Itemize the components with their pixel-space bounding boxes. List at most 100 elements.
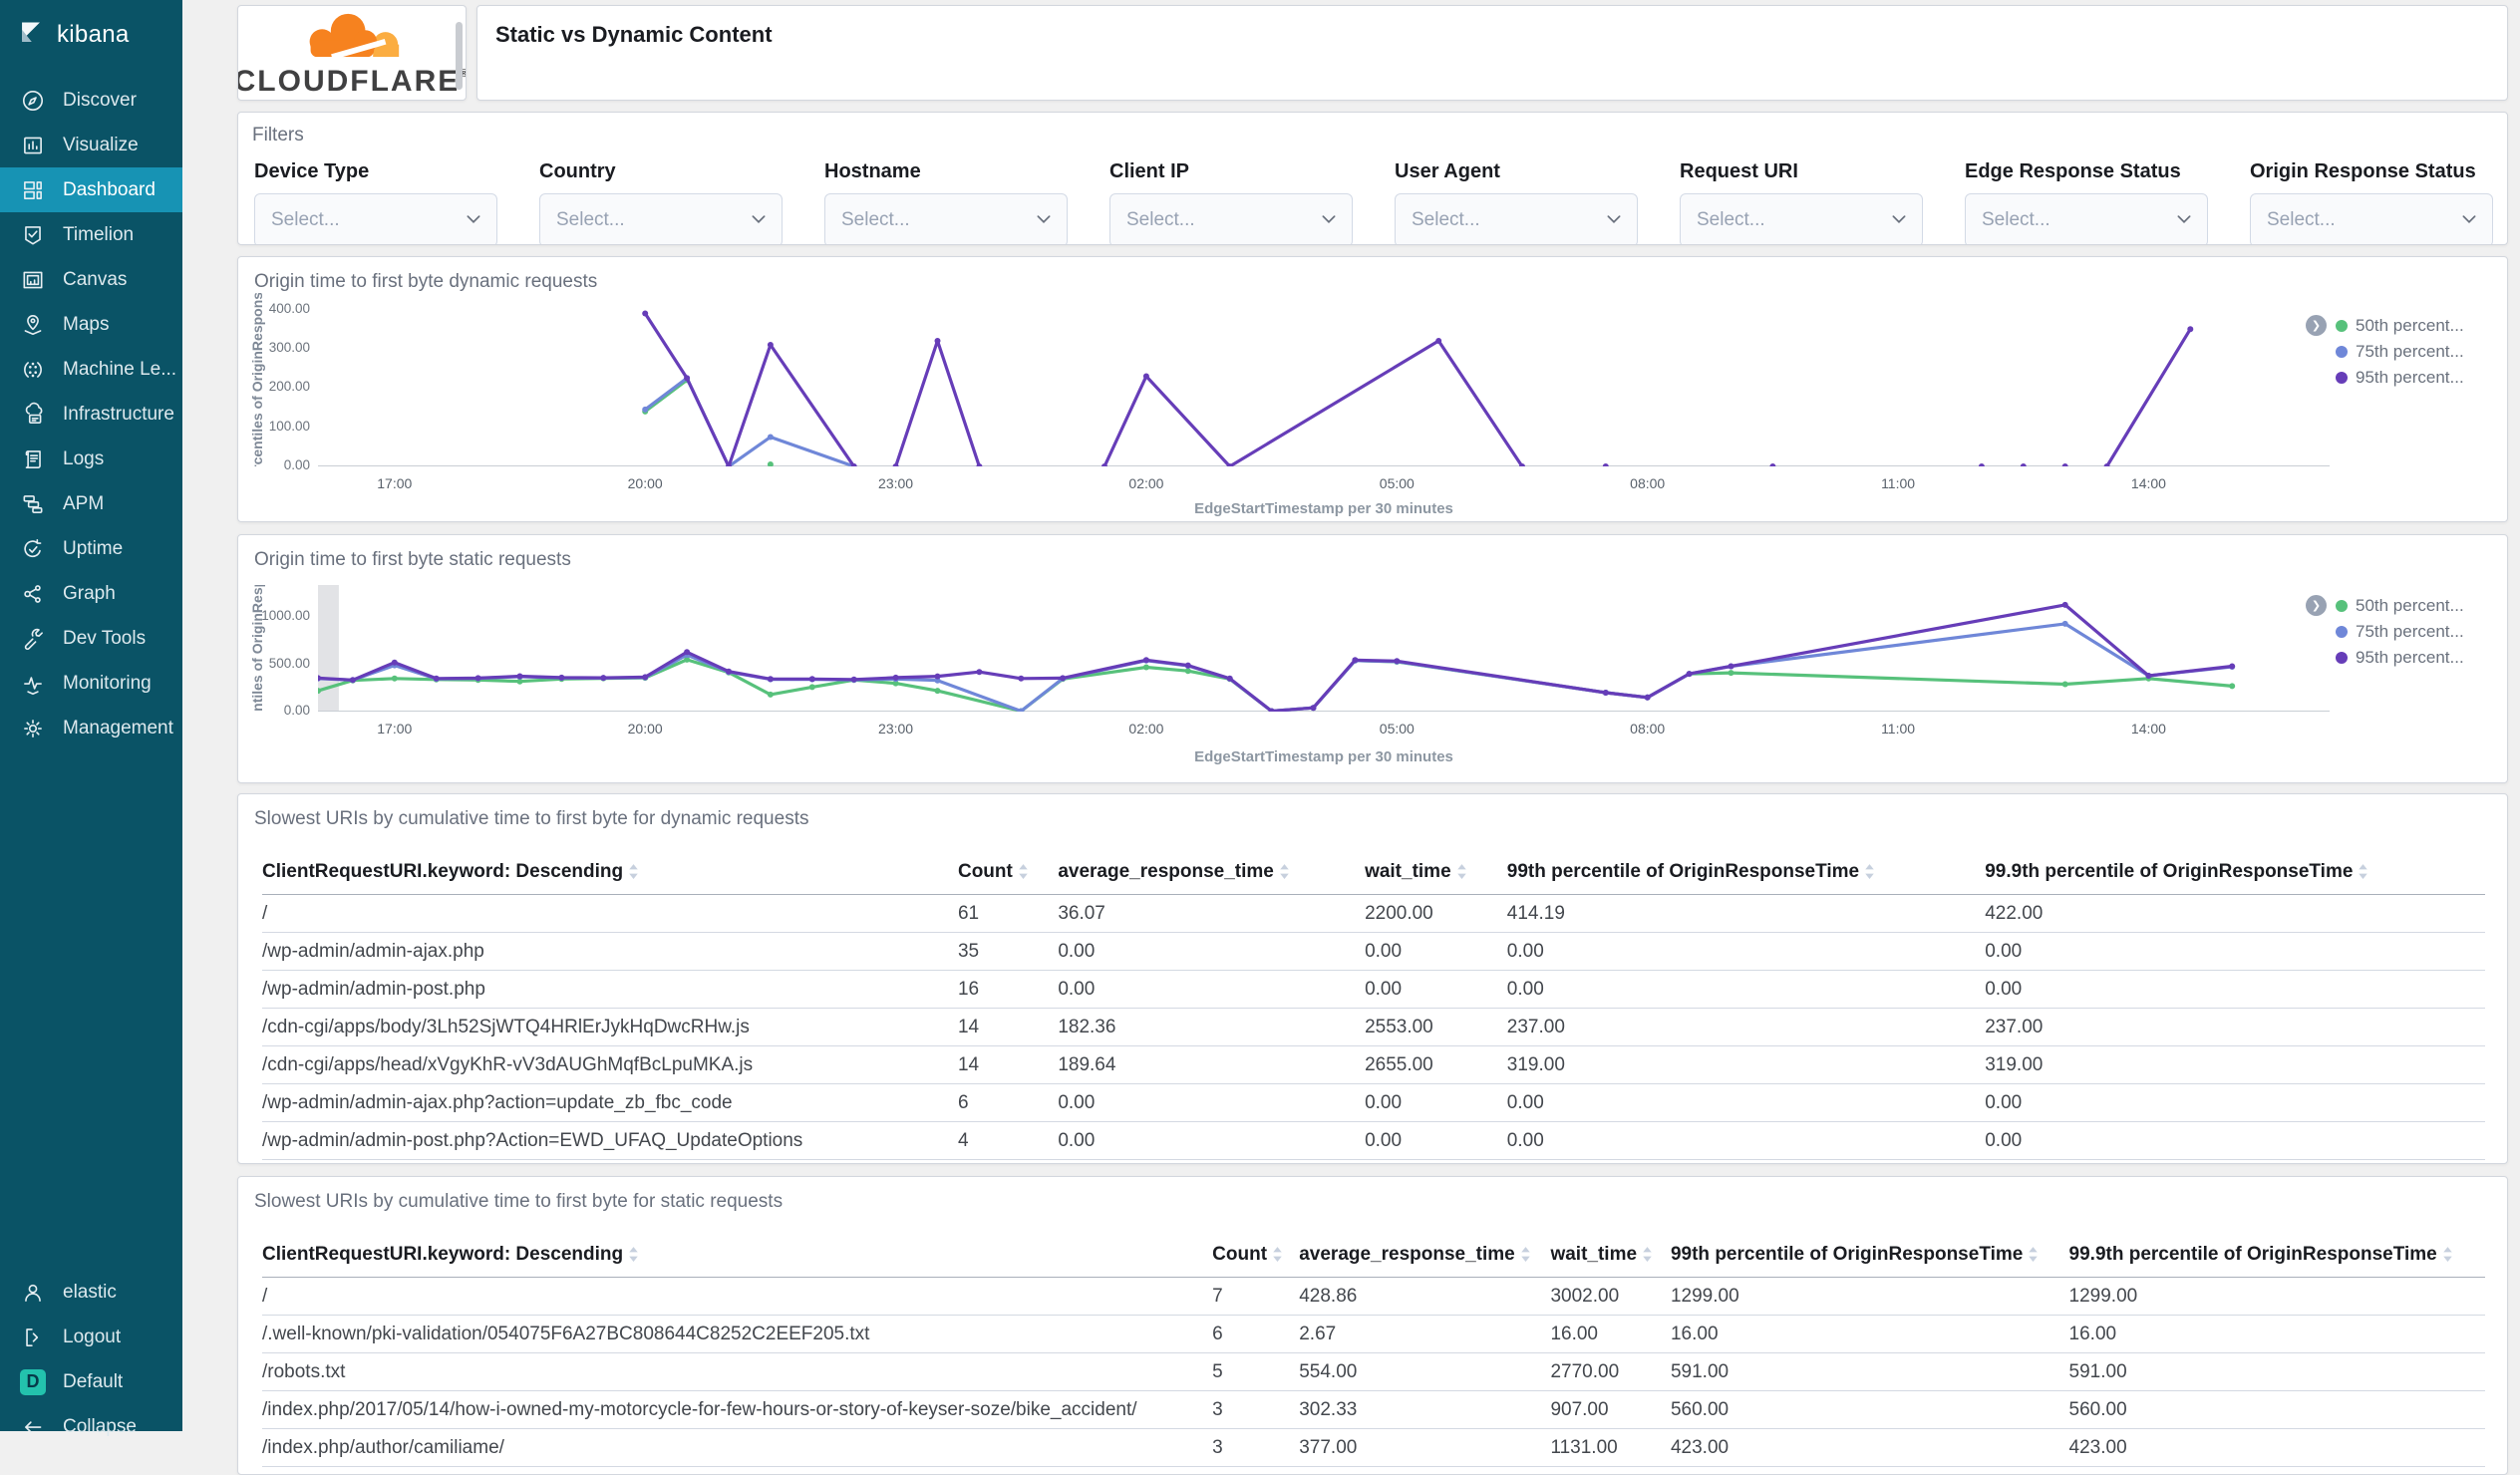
column-header-wait-time[interactable]: wait_time: [1365, 848, 1507, 895]
column-header-clientrequesturi-keyword-descending[interactable]: ClientRequestURI.keyword: Descending: [262, 1231, 1213, 1278]
kibana-brand[interactable]: kibana: [0, 0, 182, 70]
filter-select-request-uri[interactable]: Select...: [1680, 193, 1923, 244]
y-axis-tick: 500.00: [268, 655, 310, 671]
filter-group-edge-response-status: Edge Response Status Select...: [1965, 160, 2208, 244]
sidebar-item-uptime[interactable]: Uptime: [0, 526, 182, 571]
table-cell: 36.07: [1058, 894, 1366, 933]
dashboard-icon: [20, 177, 46, 203]
table-cell: 422.00: [1985, 894, 2485, 933]
uptime-icon: [20, 536, 46, 562]
sort-icon[interactable]: [623, 1244, 639, 1265]
legend-item[interactable]: 95th percent...: [2336, 365, 2493, 391]
legend-item[interactable]: 75th percent...: [2336, 619, 2493, 645]
x-axis-tick: 23:00: [878, 721, 914, 737]
x-axis-label: EdgeStartTimestamp per 30 minutes: [1194, 748, 1453, 765]
column-header-label: Count: [1212, 1244, 1268, 1265]
filter-select-device-type[interactable]: Select...: [254, 193, 497, 244]
collapse-icon: [20, 1414, 46, 1440]
column-header-label: wait_time: [1365, 861, 1451, 882]
column-header-99-9th-percentile-of-originresponsetime[interactable]: 99.9th percentile of OriginResponseTime: [2068, 1231, 2485, 1278]
table-cell: 0.00: [1058, 1083, 1366, 1122]
table-row: /61 36.07 2200.00 414.19 422.00: [262, 894, 2485, 933]
legend-item[interactable]: 75th percent...: [2336, 339, 2493, 365]
sidebar-footer-elastic[interactable]: elastic: [0, 1270, 182, 1315]
sidebar-item-infrastructure[interactable]: Infrastructure: [0, 392, 182, 437]
sidebar-item-maps[interactable]: Maps: [0, 302, 182, 347]
chevron-down-icon: [2177, 211, 2191, 229]
sort-icon[interactable]: [2437, 1244, 2453, 1265]
legend-expand-icon[interactable]: ❯: [2306, 315, 2327, 336]
table-cell: 182.36: [1058, 1008, 1366, 1046]
table-cell: 560.00: [2068, 1390, 2485, 1429]
filter-select-origin-response-status[interactable]: Select...: [2250, 193, 2493, 244]
filter-select-hostname[interactable]: Select...: [824, 193, 1068, 244]
filter-group-origin-response-status: Origin Response Status Select...: [2250, 160, 2493, 244]
sidebar-item-visualize[interactable]: Visualize: [0, 123, 182, 167]
column-header-average-response-time[interactable]: average_response_time: [1299, 1231, 1551, 1278]
filter-select-country[interactable]: Select...: [539, 193, 783, 244]
sort-icon[interactable]: [1515, 1244, 1531, 1265]
sidebar-item-label: elastic: [63, 1281, 117, 1303]
legend-expand-icon[interactable]: ❯: [2306, 595, 2327, 616]
sort-icon[interactable]: [1013, 861, 1029, 882]
sort-icon[interactable]: [1451, 861, 1467, 882]
x-axis-tick: 23:00: [878, 475, 914, 491]
sidebar-item-management[interactable]: Management: [0, 706, 182, 750]
sidebar-item-logs[interactable]: Logs: [0, 437, 182, 481]
panel-scrollbar-thumb[interactable]: [456, 22, 463, 90]
legend-item[interactable]: 50th percent...: [2336, 593, 2493, 619]
legend-series-dot-icon: [2336, 652, 2348, 664]
sidebar-footer-default[interactable]: D Default: [0, 1359, 182, 1404]
sort-icon[interactable]: [1267, 1244, 1283, 1265]
x-axis-tick: 20:00: [627, 475, 663, 491]
legend-item[interactable]: 95th percent...: [2336, 645, 2493, 671]
sort-icon[interactable]: [1859, 861, 1875, 882]
sort-icon[interactable]: [1274, 861, 1290, 882]
column-header-99th-percentile-of-originresponsetime[interactable]: 99th percentile of OriginResponseTime: [1506, 848, 1986, 895]
sidebar-item-graph[interactable]: Graph: [0, 571, 182, 616]
sidebar-footer-logout[interactable]: Logout: [0, 1315, 182, 1359]
table-cell: 16.00: [1670, 1315, 2069, 1353]
sort-icon[interactable]: [2353, 861, 2368, 882]
sidebar-item-timelion[interactable]: Timelion: [0, 212, 182, 257]
filter-select-edge-response-status[interactable]: Select...: [1965, 193, 2208, 244]
sidebar-item-dashboard[interactable]: Dashboard: [0, 167, 182, 212]
sort-icon[interactable]: [623, 861, 639, 882]
column-header-clientrequesturi-keyword-descending[interactable]: ClientRequestURI.keyword: Descending: [262, 848, 958, 895]
select-placeholder: Select...: [271, 209, 340, 230]
filter-select-user-agent[interactable]: Select...: [1395, 193, 1638, 244]
column-header-99-9th-percentile-of-originresponsetime[interactable]: 99.9th percentile of OriginResponseTime: [1985, 848, 2485, 895]
sidebar-item-discover[interactable]: Discover: [0, 78, 182, 123]
chevron-down-icon: [2462, 211, 2476, 229]
column-header-count[interactable]: Count: [957, 848, 1059, 895]
sidebar-item-canvas[interactable]: Canvas: [0, 257, 182, 302]
sidebar-item-label: Logs: [63, 447, 105, 469]
filter-select-client-ip[interactable]: Select...: [1109, 193, 1353, 244]
sidebar-item-monitoring[interactable]: Monitoring: [0, 661, 182, 706]
cloudflare-cloud-icon: [289, 10, 415, 67]
table-cell: /robots.txt: [262, 1352, 1213, 1391]
legend-item[interactable]: 50th percent...: [2336, 313, 2493, 339]
table-row: /index.php/2017/05/14/how-i-owned-my-mot…: [262, 1390, 2485, 1429]
table-cell: /cdn-cgi/apps/head/xVgyKhR-vV3dAUGhMqfBc…: [262, 1045, 958, 1084]
table-cell: 0.00: [1058, 1159, 1366, 1163]
table-row: /cdn-cgi/apps/body/3Lh52SjWTQ4HRlErJykHq…: [262, 1008, 2485, 1046]
column-header-count[interactable]: Count: [1212, 1231, 1300, 1278]
sort-icon[interactable]: [1637, 1244, 1653, 1265]
sidebar-item-machine-le[interactable]: Machine Le...: [0, 347, 182, 392]
sidebar-item-label: Default: [63, 1370, 124, 1392]
sidebar-footer-collapse[interactable]: Collapse: [0, 1404, 182, 1449]
table-cell: 0.00: [1058, 1121, 1366, 1160]
sidebar-item-dev-tools[interactable]: Dev Tools: [0, 616, 182, 661]
sort-icon[interactable]: [2023, 1244, 2039, 1265]
table-panel-dynamic: Slowest URIs by cumulative time to first…: [237, 793, 2508, 1164]
column-header-99th-percentile-of-originresponsetime[interactable]: 99th percentile of OriginResponseTime: [1670, 1231, 2069, 1278]
sidebar-item-apm[interactable]: APM: [0, 481, 182, 526]
sidebar-nav: Discover Visualize Dashboard Timelion Canvas…: [0, 78, 182, 750]
table-cell: /index.php/2017/05/14/how-i-owned-my-mot…: [262, 1390, 1213, 1429]
filter-group-request-uri: Request URI Select...: [1680, 160, 1923, 244]
column-header-average-response-time[interactable]: average_response_time: [1058, 848, 1366, 895]
filter-label-client-ip: Client IP: [1109, 160, 1190, 182]
column-header-label: 99.9th percentile of OriginResponseTime: [1985, 861, 2354, 882]
column-header-wait-time[interactable]: wait_time: [1550, 1231, 1671, 1278]
